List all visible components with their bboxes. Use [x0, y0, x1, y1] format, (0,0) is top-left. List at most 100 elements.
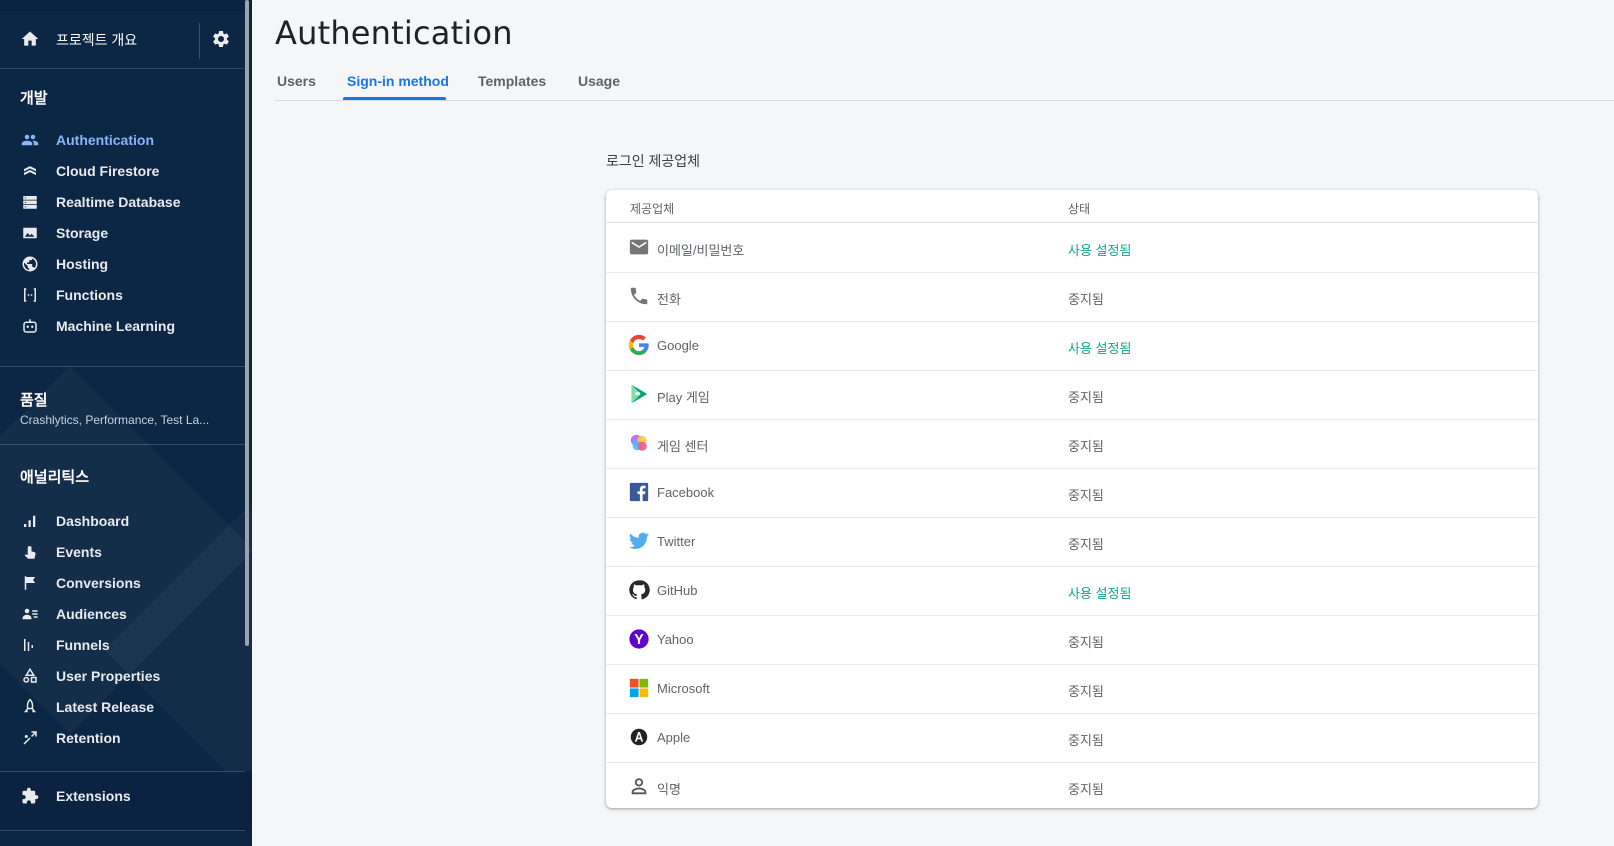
sidebar-scrollbar[interactable] — [245, 0, 249, 646]
table-row[interactable]: 익명 중지됨 — [606, 762, 1538, 808]
globe-icon — [22, 256, 38, 272]
twitter-icon — [628, 532, 650, 549]
section-title-develop: 개발 — [20, 90, 48, 107]
tab-usage[interactable]: Usage — [578, 73, 620, 89]
sidebar-divider — [0, 444, 245, 445]
funnel-icon — [24, 639, 33, 651]
header-divider — [199, 23, 200, 59]
rocket-icon — [24, 698, 36, 713]
provider-name: 이메일/비밀번호 — [657, 243, 745, 258]
table-row[interactable]: Twitter 중지됨 — [606, 517, 1538, 567]
sidebar-item-hosting[interactable]: Hosting — [0, 249, 245, 279]
section-title-quality[interactable]: 품질 — [20, 389, 48, 410]
provider-name: Microsoft — [657, 681, 710, 696]
email-icon — [629, 239, 649, 255]
project-overview-link[interactable]: 프로젝트 개요 — [56, 30, 137, 50]
sidebar-item-conversions[interactable]: Conversions — [0, 568, 245, 598]
yahoo-icon — [629, 629, 649, 649]
tab-users[interactable]: Users — [277, 73, 316, 89]
table-row[interactable]: Google 사용 설정됨 — [606, 321, 1538, 371]
sidebar-divider — [0, 771, 245, 772]
quality-subtitle: Crashlytics, Performance, Test La... — [20, 413, 210, 427]
sidebar-item-label: Dashboard — [56, 513, 130, 529]
status-badge: 중지됨 — [1068, 488, 1104, 503]
microsoft-icon — [629, 678, 649, 698]
home-icon[interactable] — [20, 29, 40, 49]
table-row[interactable]: Apple 중지됨 — [606, 713, 1538, 763]
status-badge: 중지됨 — [1068, 782, 1104, 797]
status-badge: 사용 설정됨 — [1068, 341, 1132, 356]
status-badge: 중지됨 — [1068, 635, 1104, 650]
provider-name: Twitter — [657, 534, 696, 549]
table-row[interactable]: 게임 센터 중지됨 — [606, 419, 1538, 469]
shapes-icon — [23, 667, 37, 683]
sidebar-header: 프로젝트 개요 — [0, 11, 245, 69]
sidebar-item-latest-release[interactable]: Latest Release — [0, 692, 245, 722]
sidebar-item-label: Hosting — [56, 256, 109, 272]
tab-sign-in-method[interactable]: Sign-in method — [347, 73, 449, 89]
page-title: Authentication — [275, 14, 513, 52]
google-icon — [628, 334, 649, 356]
github-icon — [629, 580, 650, 600]
table-row[interactable]: GitHub 사용 설정됨 — [606, 566, 1538, 616]
robot-icon — [23, 319, 37, 333]
sidebar-item-label: Machine Learning — [56, 318, 176, 334]
play-games-icon — [631, 384, 648, 404]
providers-table: 제공업체 상태 이메일/비밀번호 사용 설정됨 전화 중지됨 Google 사용… — [606, 190, 1538, 808]
sidebar-item-authentication[interactable]: Authentication — [0, 125, 245, 155]
table-row[interactable]: 이메일/비밀번호 사용 설정됨 — [606, 223, 1538, 273]
status-badge: 중지됨 — [1068, 292, 1104, 307]
bar-chart-icon — [24, 515, 36, 527]
sidebar-item-label: Authentication — [56, 132, 154, 148]
sidebar: 프로젝트 개요 개발 Authentication Cloud Firestor… — [0, 0, 252, 846]
provider-name: Facebook — [657, 485, 715, 500]
retention-icon — [23, 731, 37, 745]
gear-icon[interactable] — [211, 29, 231, 49]
provider-name: Apple — [657, 730, 691, 745]
table-row[interactable]: 전화 중지됨 — [606, 272, 1538, 322]
sidebar-item-events[interactable]: Events — [0, 537, 245, 567]
sidebar-item-audiences[interactable]: Audiences — [0, 599, 245, 629]
sidebar-item-label: User Properties — [56, 668, 161, 684]
sidebar-item-dashboard[interactable]: Dashboard — [0, 506, 245, 536]
sidebar-item-cloud-firestore[interactable]: Cloud Firestore — [0, 156, 245, 186]
flag-icon — [24, 576, 36, 590]
touch-icon — [24, 546, 36, 559]
sidebar-item-label: Audiences — [56, 606, 127, 622]
tab-templates[interactable]: Templates — [478, 73, 546, 89]
extensions-area: Extensions — [0, 771, 252, 831]
sidebar-item-machine-learning[interactable]: Machine Learning — [0, 311, 245, 341]
status-badge: 중지됨 — [1068, 733, 1104, 748]
column-header-provider: 제공업체 — [630, 202, 675, 216]
provider-name: Yahoo — [657, 632, 694, 647]
sidebar-item-functions[interactable]: Functions — [0, 280, 245, 310]
provider-name: Play 게임 — [657, 390, 710, 405]
apple-icon — [630, 728, 648, 746]
sidebar-item-label: Events — [56, 544, 102, 560]
status-badge: 사용 설정됨 — [1068, 243, 1132, 258]
sidebar-divider — [0, 830, 245, 831]
providers-section-title: 로그인 제공업체 — [606, 153, 701, 169]
table-row[interactable]: Microsoft 중지됨 — [606, 664, 1538, 714]
table-row[interactable]: Yahoo 중지됨 — [606, 615, 1538, 665]
phone-icon — [630, 287, 648, 305]
image-icon — [23, 227, 37, 239]
database-icon — [23, 196, 37, 209]
sidebar-item-label: Cloud Firestore — [56, 163, 160, 179]
sidebar-item-realtime-database[interactable]: Realtime Database — [0, 187, 245, 217]
table-row[interactable]: Facebook 중지됨 — [606, 468, 1538, 518]
sidebar-item-extensions[interactable]: Extensions — [0, 781, 245, 811]
sidebar-item-user-properties[interactable]: User Properties — [0, 661, 245, 691]
sidebar-item-funnels[interactable]: Funnels — [0, 630, 245, 660]
table-header: 제공업체 상태 — [606, 190, 1538, 223]
extensions-icon — [22, 787, 39, 804]
sidebar-item-label: Retention — [56, 730, 121, 746]
sidebar-item-retention[interactable]: Retention — [0, 723, 245, 753]
status-badge: 중지됨 — [1068, 684, 1104, 699]
table-row[interactable]: Play 게임 중지됨 — [606, 370, 1538, 420]
provider-name: Google — [657, 338, 699, 353]
people-icon — [21, 134, 39, 146]
sidebar-item-label: Funnels — [56, 637, 110, 653]
sidebar-item-storage[interactable]: Storage — [0, 218, 245, 248]
sidebar-item-label: Functions — [56, 287, 123, 303]
